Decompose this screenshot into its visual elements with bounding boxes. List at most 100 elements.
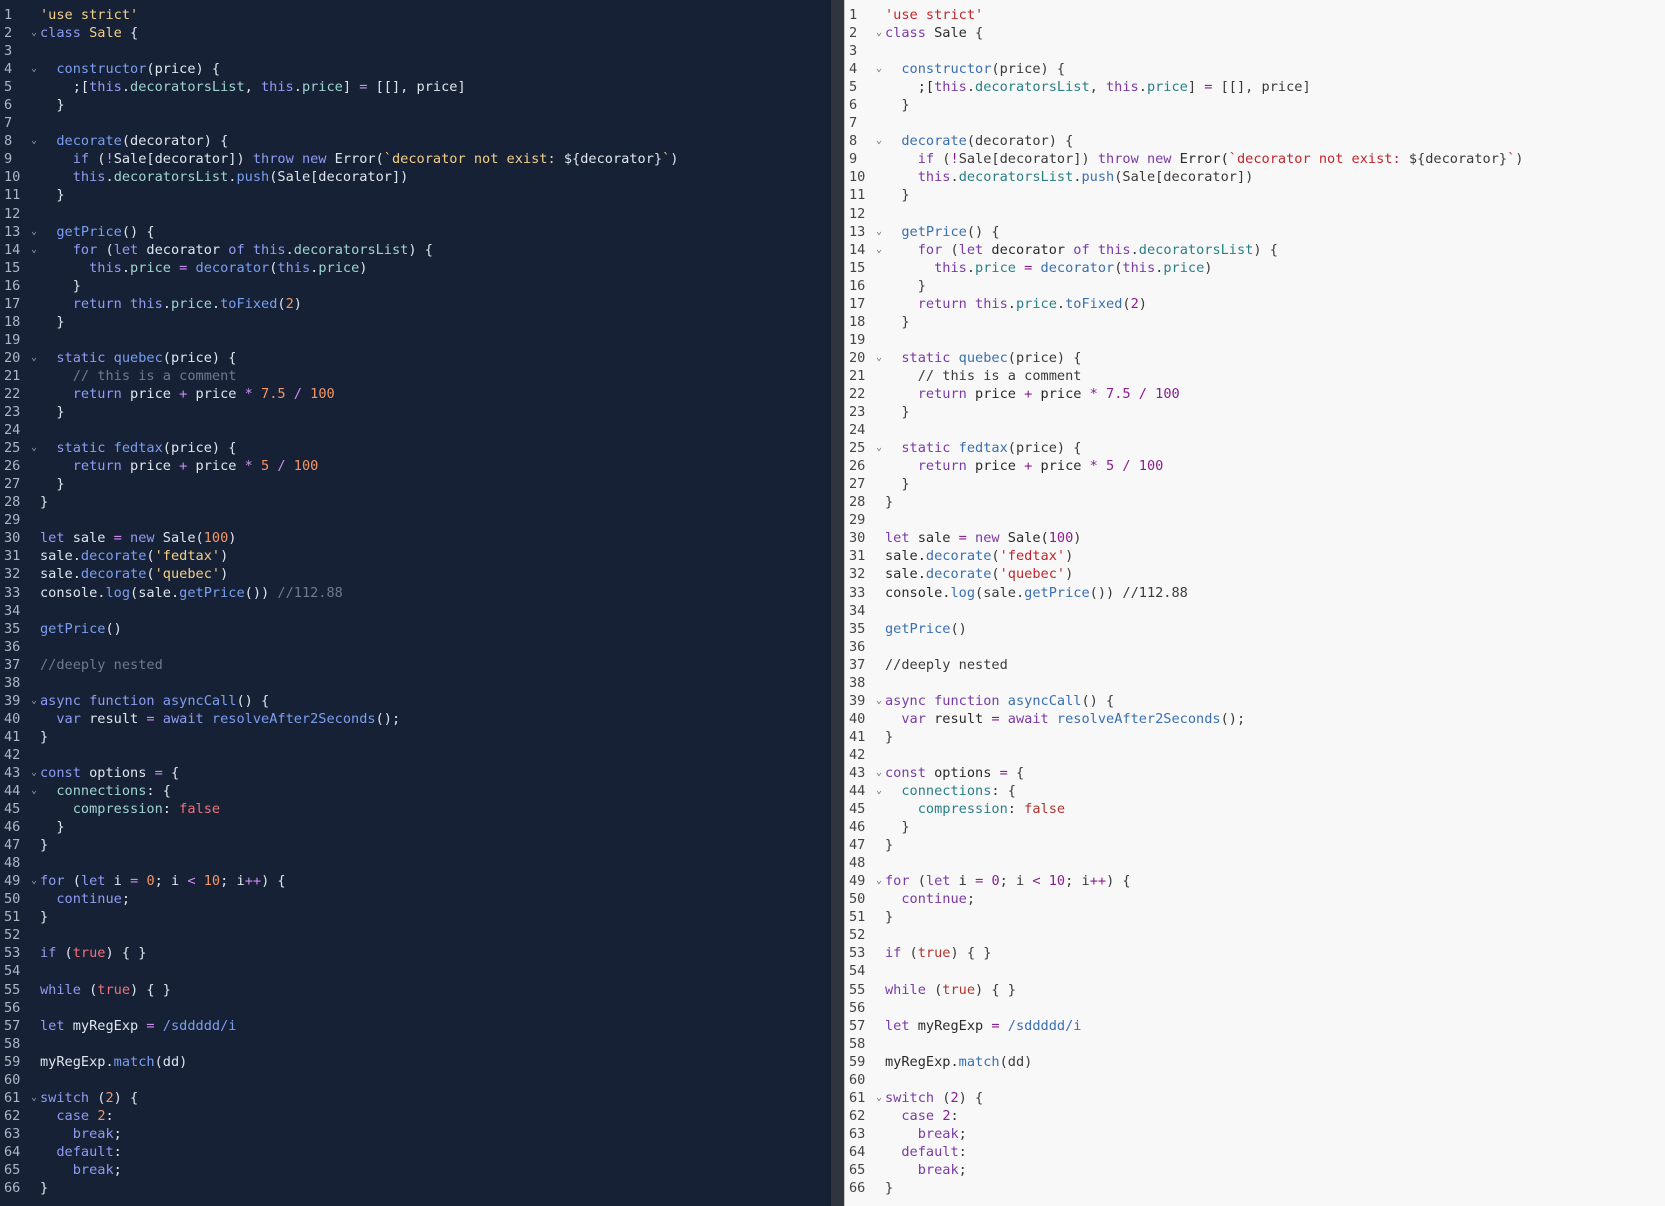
code-line[interactable]: 32 sale.decorate('quebec')	[845, 565, 1665, 583]
chevron-down-icon[interactable]: ⌄	[873, 223, 885, 241]
code-line[interactable]: 43 ⌄ const options = {	[0, 764, 831, 782]
code-text[interactable]: }	[40, 277, 831, 295]
code-line[interactable]: 3	[845, 42, 1665, 60]
code-text[interactable]: 'use strict'	[885, 6, 1665, 24]
code-line[interactable]: 44 ⌄ connections: {	[845, 782, 1665, 800]
code-line[interactable]: 13 ⌄ getPrice() {	[0, 223, 831, 241]
code-text[interactable]: sale.decorate('quebec')	[40, 565, 831, 583]
code-line[interactable]: 23 }	[0, 403, 831, 421]
code-line[interactable]: 7	[0, 114, 831, 132]
code-line[interactable]: 6 }	[845, 96, 1665, 114]
code-text[interactable]: }	[40, 1179, 831, 1197]
code-line[interactable]: 22 return price + price * 7.5 / 100	[0, 385, 831, 403]
code-text[interactable]	[885, 854, 1665, 872]
code-line[interactable]: 21 // this is a comment	[0, 367, 831, 385]
code-text[interactable]: }	[885, 908, 1665, 926]
code-line[interactable]: 20 ⌄ static quebec(price) {	[0, 349, 831, 367]
code-text[interactable]	[40, 674, 831, 692]
code-line[interactable]: 40 var result = await resolveAfter2Secon…	[0, 710, 831, 728]
code-text[interactable]	[885, 205, 1665, 223]
code-line[interactable]: 52	[845, 926, 1665, 944]
code-line[interactable]: 54	[0, 962, 831, 980]
code-text[interactable]: compression: false	[40, 800, 831, 818]
code-line[interactable]: 8 ⌄ decorate(decorator) {	[845, 132, 1665, 150]
code-line[interactable]: 15 this.price = decorator(this.price)	[845, 259, 1665, 277]
code-text[interactable]: continue;	[40, 890, 831, 908]
code-text[interactable]	[40, 421, 831, 439]
code-text[interactable]: for (let i = 0; i < 10; i++) {	[40, 872, 831, 890]
code-line[interactable]: 58	[0, 1035, 831, 1053]
code-line[interactable]: 37 //deeply nested	[845, 656, 1665, 674]
code-text[interactable]: }	[885, 818, 1665, 836]
code-text[interactable]: getPrice()	[40, 620, 831, 638]
code-line[interactable]: 3	[0, 42, 831, 60]
code-line[interactable]: 27 }	[845, 475, 1665, 493]
code-line[interactable]: 37 //deeply nested	[0, 656, 831, 674]
code-line[interactable]: 28}	[0, 493, 831, 511]
code-text[interactable]: default:	[40, 1143, 831, 1161]
code-line[interactable]: 31 sale.decorate('fedtax')	[845, 547, 1665, 565]
code-text[interactable]	[885, 1071, 1665, 1089]
code-text[interactable]	[40, 999, 831, 1017]
code-text[interactable]: break;	[885, 1161, 1665, 1179]
chevron-down-icon[interactable]: ⌄	[873, 692, 885, 710]
code-line[interactable]: 18 }	[845, 313, 1665, 331]
code-line[interactable]: 17 return this.price.toFixed(2)	[0, 295, 831, 313]
chevron-down-icon[interactable]: ⌄	[873, 782, 885, 800]
code-text[interactable]: console.log(sale.getPrice()) //112.88	[885, 584, 1665, 602]
code-line[interactable]: 57 let myRegExp = /sddddd/i	[0, 1017, 831, 1035]
code-line[interactable]: 21 // this is a comment	[845, 367, 1665, 385]
code-text[interactable]: ;[this.decoratorsList, this.price] = [[]…	[40, 78, 831, 96]
chevron-down-icon[interactable]: ⌄	[873, 24, 885, 42]
code-text[interactable]: }	[40, 836, 831, 854]
code-text[interactable]: let sale = new Sale(100)	[885, 529, 1665, 547]
code-line[interactable]: 16 }	[0, 277, 831, 295]
code-text[interactable]: while (true) { }	[40, 981, 831, 999]
chevron-down-icon[interactable]: ⌄	[28, 241, 40, 259]
code-line[interactable]: 33 console.log(sale.getPrice()) //112.88	[845, 584, 1665, 602]
code-text[interactable]: decorate(decorator) {	[885, 132, 1665, 150]
code-text[interactable]: sale.decorate('fedtax')	[40, 547, 831, 565]
code-text[interactable]: connections: {	[885, 782, 1665, 800]
code-text[interactable]: let myRegExp = /sddddd/i	[40, 1017, 831, 1035]
code-text[interactable]: for (let decorator of this.decoratorsLis…	[40, 241, 831, 259]
code-text[interactable]	[40, 1071, 831, 1089]
code-line[interactable]: 5 ;[this.decoratorsList, this.price] = […	[845, 78, 1665, 96]
code-line[interactable]: 12	[845, 205, 1665, 223]
code-text[interactable]: sale.decorate('fedtax')	[885, 547, 1665, 565]
code-line[interactable]: 8 ⌄ decorate(decorator) {	[0, 132, 831, 150]
code-text[interactable]: }	[40, 313, 831, 331]
code-line[interactable]: 6 }	[0, 96, 831, 114]
code-line[interactable]: 42	[0, 746, 831, 764]
code-text[interactable]: static fedtax(price) {	[885, 439, 1665, 457]
chevron-down-icon[interactable]: ⌄	[28, 692, 40, 710]
code-line[interactable]: 47}	[0, 836, 831, 854]
code-line[interactable]: 56	[0, 999, 831, 1017]
code-line[interactable]: 12	[0, 205, 831, 223]
code-text[interactable]: //deeply nested	[40, 656, 831, 674]
chevron-down-icon[interactable]: ⌄	[28, 132, 40, 150]
code-text[interactable]: for (let decorator of this.decoratorsLis…	[885, 241, 1665, 259]
code-line[interactable]: 42	[845, 746, 1665, 764]
chevron-down-icon[interactable]: ⌄	[873, 349, 885, 367]
code-line[interactable]: 15 this.price = decorator(this.price)	[0, 259, 831, 277]
code-line[interactable]: 28}	[845, 493, 1665, 511]
code-line[interactable]: 29	[0, 511, 831, 529]
chevron-down-icon[interactable]: ⌄	[28, 60, 40, 78]
code-line[interactable]: 60	[0, 1071, 831, 1089]
code-line[interactable]: 39 ⌄ async function asyncCall() {	[0, 692, 831, 710]
code-text[interactable]: }	[40, 818, 831, 836]
code-line[interactable]: 13 ⌄ getPrice() {	[845, 223, 1665, 241]
code-line[interactable]: 30 let sale = new Sale(100)	[845, 529, 1665, 547]
code-line[interactable]: 36	[845, 638, 1665, 656]
code-line[interactable]: 64 default:	[0, 1143, 831, 1161]
code-line[interactable]: 43 ⌄ const options = {	[845, 764, 1665, 782]
code-line[interactable]: 55 while (true) { }	[0, 981, 831, 999]
code-text[interactable]: if (true) { }	[40, 944, 831, 962]
code-line[interactable]: 27 }	[0, 475, 831, 493]
code-text[interactable]: }	[885, 475, 1665, 493]
code-text[interactable]: break;	[885, 1125, 1665, 1143]
code-line[interactable]: 29	[845, 511, 1665, 529]
code-text[interactable]: }	[40, 728, 831, 746]
pane-splitter[interactable]	[831, 0, 844, 1206]
